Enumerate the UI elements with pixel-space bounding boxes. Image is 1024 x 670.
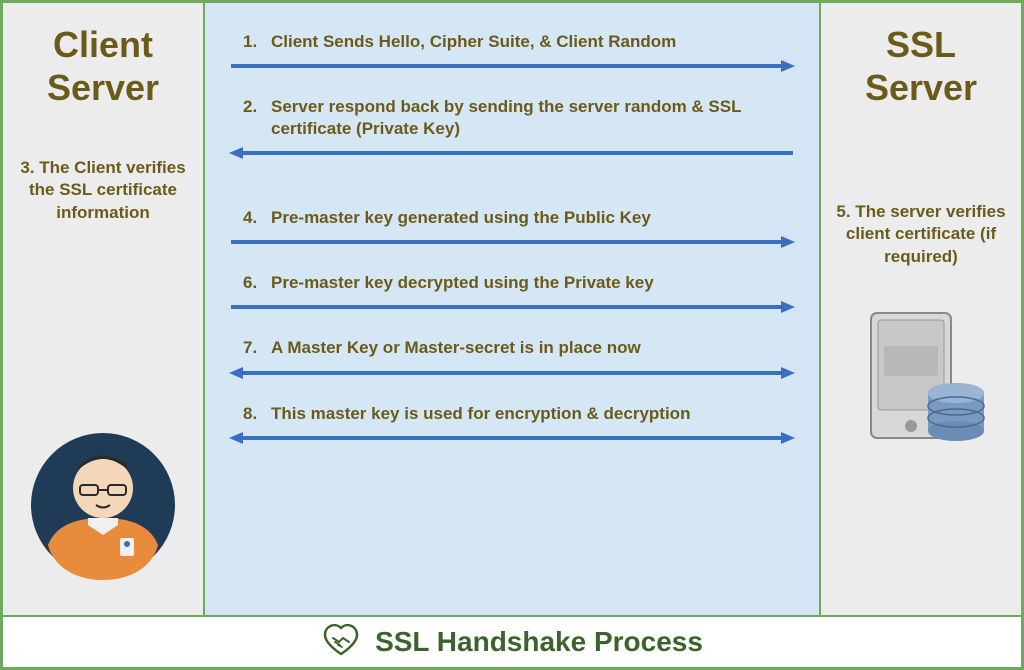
server-icon — [846, 298, 996, 453]
arrow-right — [225, 235, 799, 254]
step-text: Pre-master key generated using the Publi… — [271, 207, 651, 229]
arrow-right — [225, 300, 799, 319]
footer-bar: SSL Handshake Process — [2, 616, 1022, 668]
server-column: SSL Server 5. The server verifies client… — [820, 2, 1022, 616]
arrow-both — [225, 431, 799, 450]
step-number: 6. — [243, 272, 271, 294]
arrow-left — [225, 146, 799, 165]
step-7: 7.A Master Key or Master-secret is in pl… — [225, 337, 799, 359]
footer-title: SSL Handshake Process — [375, 626, 703, 658]
arrow-right — [225, 59, 799, 78]
client-column: Client Server 3. The Client verifies the… — [2, 2, 204, 616]
steps-list: 1.Client Sends Hello, Cipher Suite, & Cl… — [225, 31, 799, 450]
steps-column: 1.Client Sends Hello, Cipher Suite, & Cl… — [204, 2, 820, 616]
client-title-line1: Client — [53, 24, 153, 65]
server-title: SSL Server — [865, 23, 977, 109]
diagram-container: Client Server 3. The Client verifies the… — [0, 0, 1024, 670]
server-title-line2: Server — [865, 67, 977, 108]
step-text: Client Sends Hello, Cipher Suite, & Clie… — [271, 31, 676, 53]
step-8: 8.This master key is used for encryption… — [225, 403, 799, 425]
handshake-icon — [321, 620, 361, 665]
client-title: Client Server — [47, 23, 159, 109]
arrow-both — [225, 366, 799, 385]
step-number: 2. — [243, 96, 271, 118]
client-title-line2: Server — [47, 67, 159, 108]
step-4: 4.Pre-master key generated using the Pub… — [225, 207, 799, 229]
step-1: 1.Client Sends Hello, Cipher Suite, & Cl… — [225, 31, 799, 53]
client-avatar-icon — [28, 430, 178, 585]
step-2: 2.Server respond back by sending the ser… — [225, 96, 799, 140]
step-text: This master key is used for encryption &… — [271, 403, 690, 425]
server-note: 5. The server verifies client certificat… — [831, 201, 1011, 267]
step-number: 1. — [243, 31, 271, 53]
step-text: Pre-master key decrypted using the Priva… — [271, 272, 654, 294]
step-number: 7. — [243, 337, 271, 359]
server-title-line1: SSL — [886, 24, 956, 65]
step-text: A Master Key or Master-secret is in plac… — [271, 337, 641, 359]
main-row: Client Server 3. The Client verifies the… — [2, 2, 1022, 616]
step-6: 6.Pre-master key decrypted using the Pri… — [225, 272, 799, 294]
client-note: 3. The Client verifies the SSL certifica… — [13, 157, 193, 223]
step-number: 8. — [243, 403, 271, 425]
step-number: 4. — [243, 207, 271, 229]
step-text: Server respond back by sending the serve… — [271, 96, 799, 140]
